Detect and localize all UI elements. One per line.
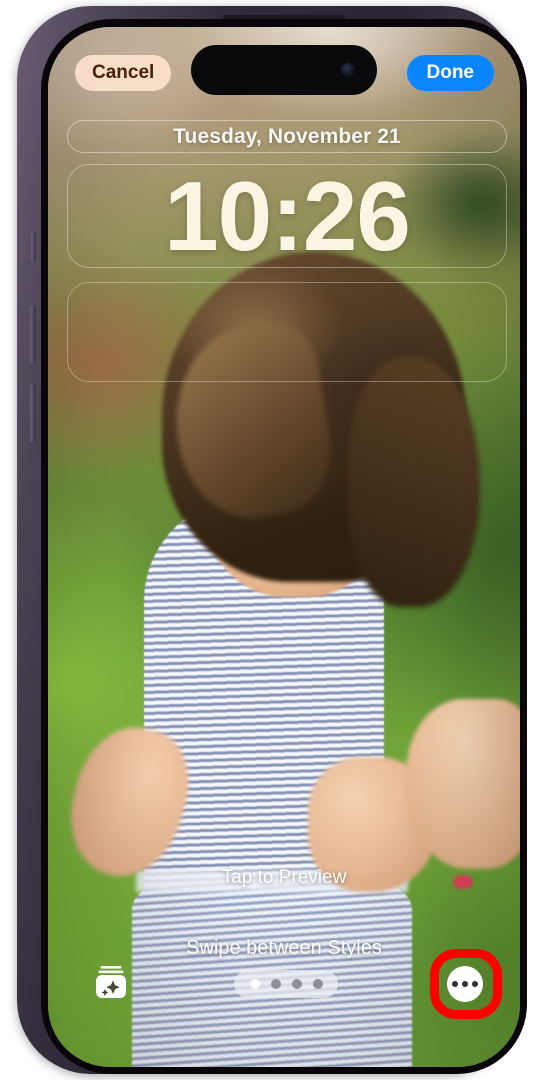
clock-slot[interactable]: 10:26	[67, 164, 507, 268]
page-dot-1[interactable]	[249, 979, 260, 989]
dynamic-island	[191, 45, 377, 95]
date-widget-slot[interactable]: Tuesday, November 21	[67, 120, 507, 153]
page-dot-4[interactable]	[312, 979, 323, 989]
ellipsis-dot-2	[462, 981, 468, 987]
silent-switch[interactable]	[31, 232, 36, 262]
swipe-between-styles-hint: Swipe between Styles	[186, 937, 382, 959]
device-frame: Tuesday, November 21 10:26 Cancel Done T…	[17, 6, 527, 1074]
volume-down-button[interactable]	[30, 384, 36, 442]
volume-up-button[interactable]	[30, 306, 36, 364]
more-options-button[interactable]	[447, 966, 483, 1002]
style-page-indicator[interactable]	[234, 970, 338, 998]
tap-to-preview-hint: Tap to Preview	[221, 867, 347, 888]
clock-time-label: 10:26	[164, 161, 411, 271]
phone-screen: Tuesday, November 21 10:26 Cancel Done T…	[48, 27, 520, 1067]
ellipsis-dot-3	[472, 981, 478, 987]
page-dot-3[interactable]	[291, 979, 302, 989]
cancel-button[interactable]: Cancel	[75, 55, 172, 91]
widget-slot-empty[interactable]	[67, 282, 507, 382]
date-label: Tuesday, November 21	[173, 124, 401, 148]
photo-styles-sparkle-icon[interactable]	[92, 962, 130, 1000]
front-camera-icon	[341, 63, 355, 77]
done-button[interactable]: Done	[406, 55, 494, 91]
page-dot-2[interactable]	[270, 979, 281, 989]
ellipsis-dot-1	[452, 981, 458, 987]
